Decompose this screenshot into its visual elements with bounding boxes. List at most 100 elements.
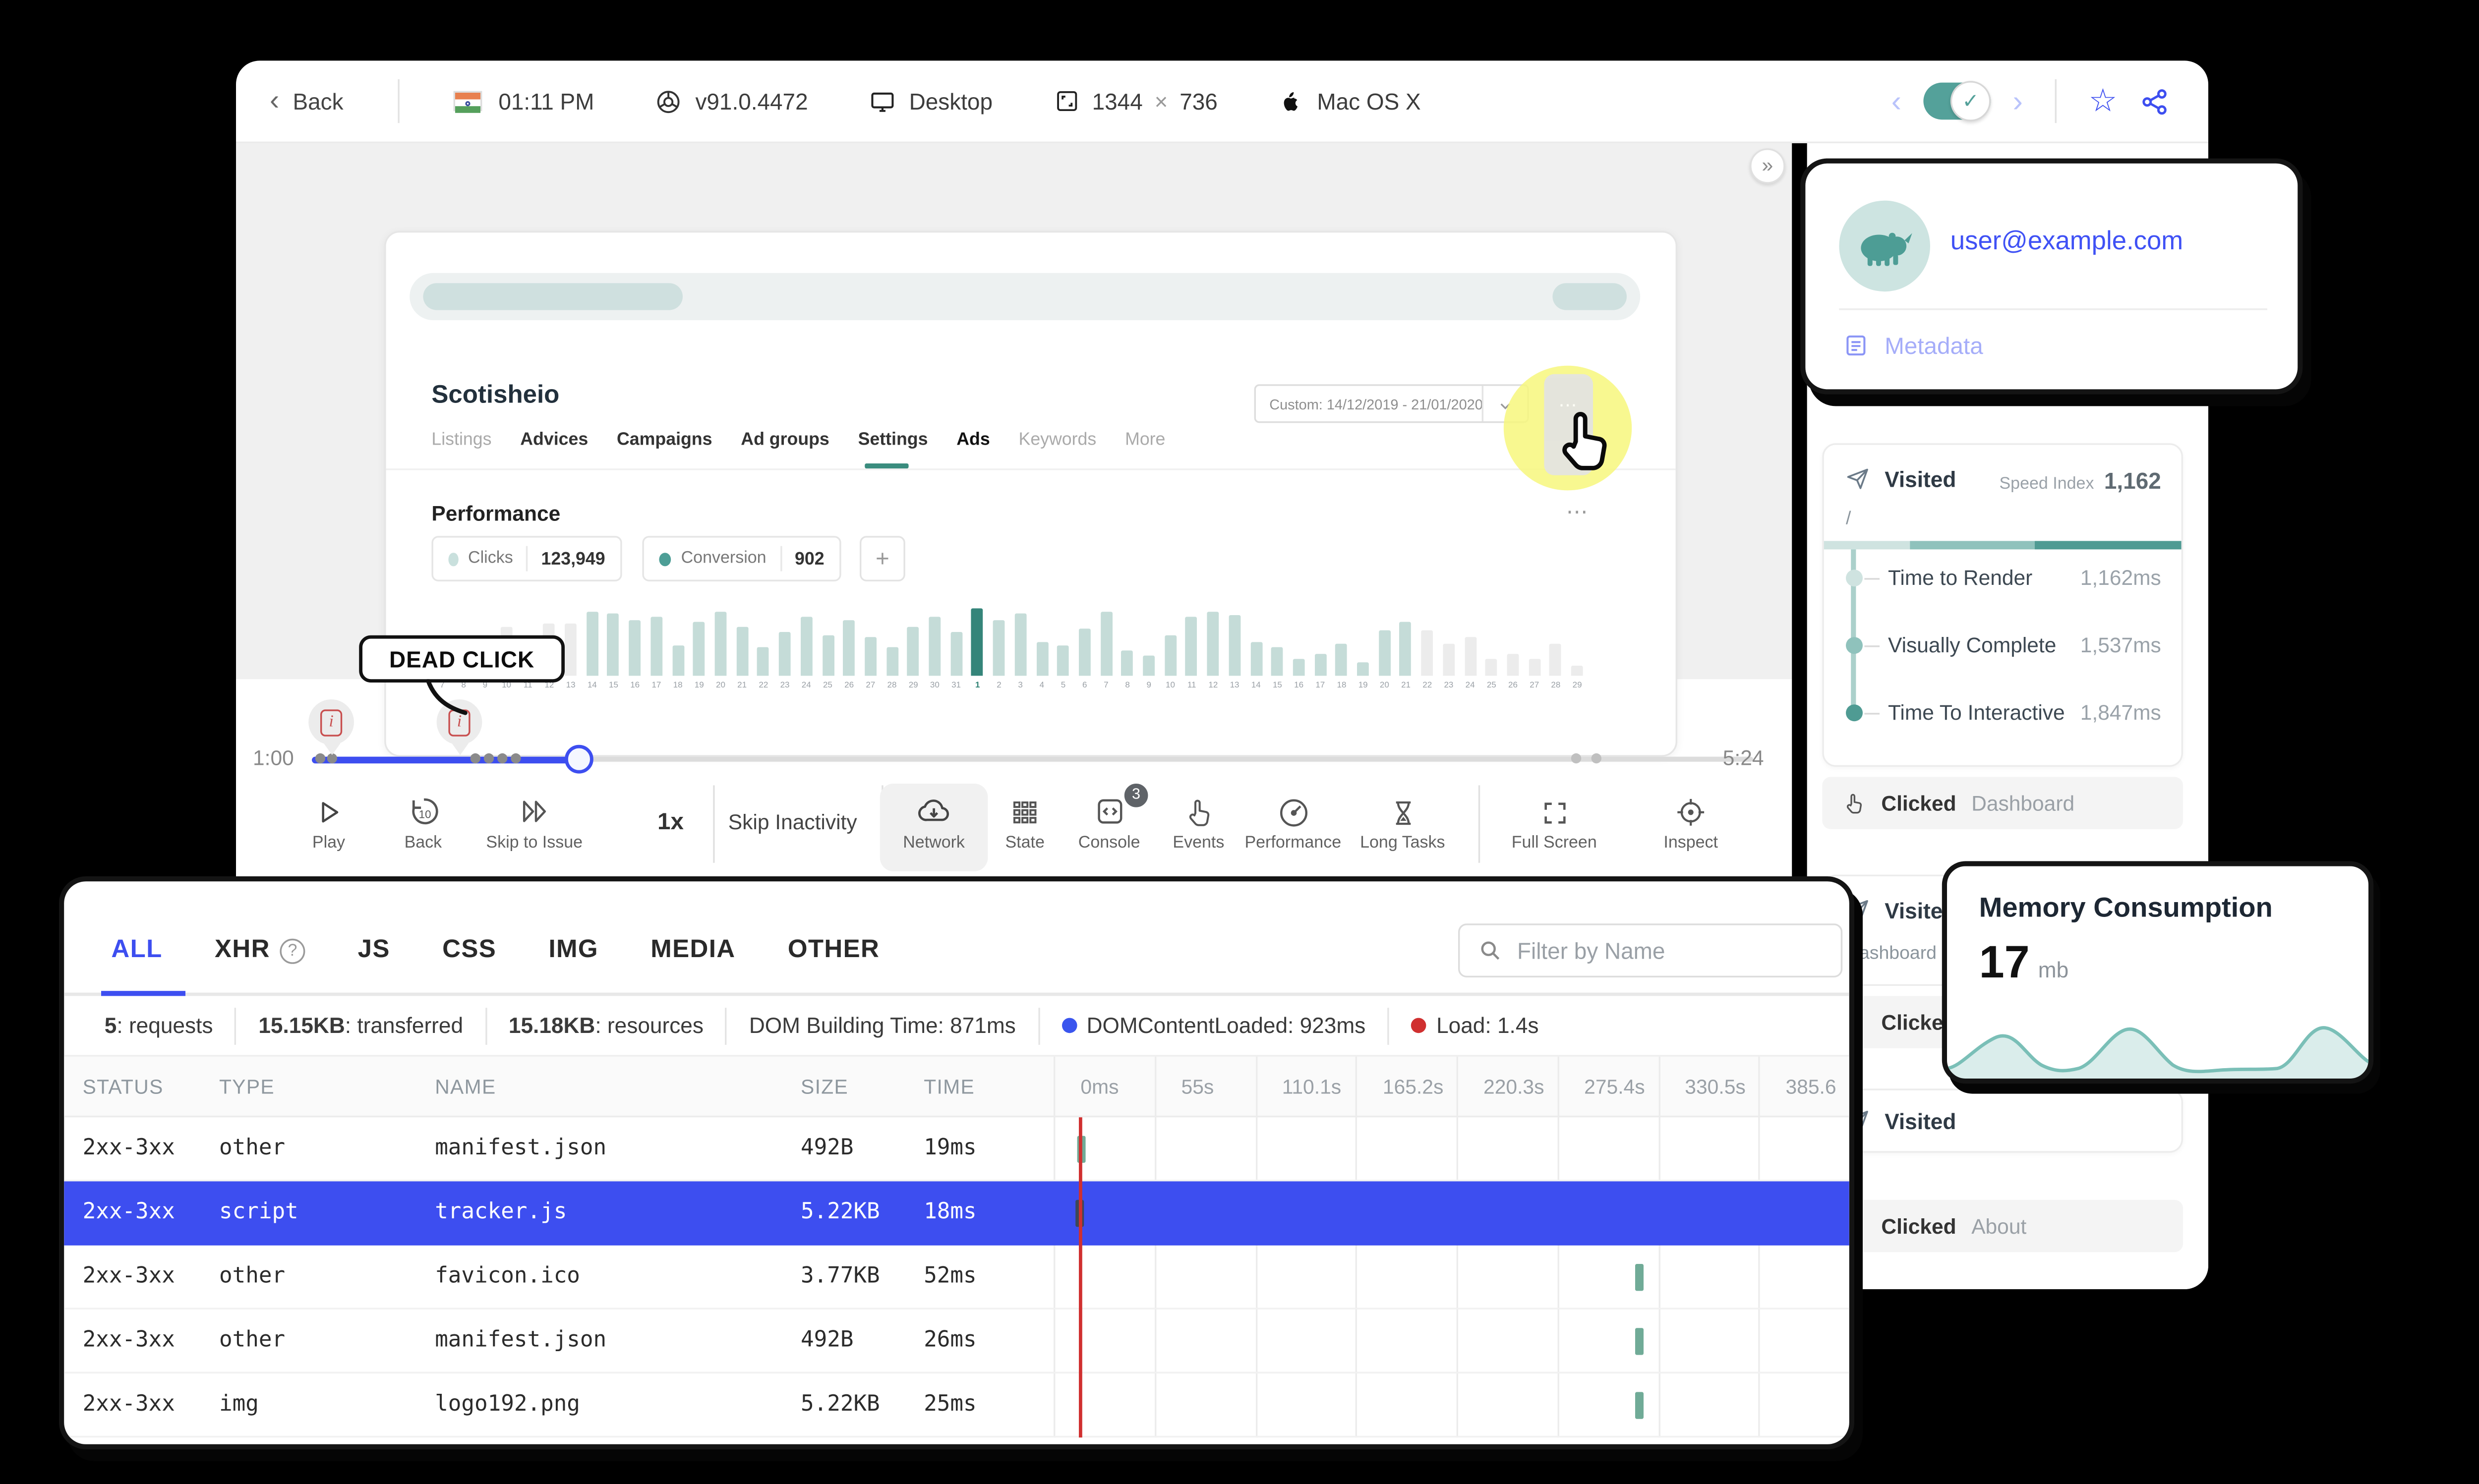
timeline-playhead[interactable] xyxy=(565,744,593,774)
network-request-row[interactable]: 2xx-3xx other manifest.json 492B 19ms xyxy=(64,1117,1849,1182)
network-request-row-selected[interactable]: 2xx-3xx script tracker.js 5.22KB 18ms xyxy=(64,1181,1849,1246)
metadata-doc-icon xyxy=(1846,335,1866,356)
network-request-row[interactable]: 2xx-3xx img logo192.png 5.22KB 25ms xyxy=(64,1373,1849,1438)
cursor-icon xyxy=(1562,412,1607,470)
back-10-icon: 10 xyxy=(411,798,437,825)
autoplay-toggle[interactable]: ✓ xyxy=(1923,81,1991,121)
favorite-star-icon[interactable]: ☆ xyxy=(2088,85,2117,117)
help-icon[interactable]: ? xyxy=(280,938,306,964)
back-chevron-icon[interactable]: ‹ xyxy=(270,84,279,118)
column-name[interactable]: NAME xyxy=(435,1075,496,1099)
collapse-panel-button[interactable]: » xyxy=(1750,148,1785,184)
dead-click-label: DEAD CLICK xyxy=(359,635,565,683)
chart-bar-item: 25 xyxy=(817,588,838,693)
filter-input[interactable] xyxy=(1517,938,1804,964)
previous-session-icon[interactable]: ‹ xyxy=(1891,86,1901,116)
session-actions-group: ‹ ✓ › ☆ xyxy=(1891,79,2208,123)
chart-bar-item: 1 xyxy=(967,588,988,693)
network-stat: 5: requests xyxy=(83,1007,235,1044)
chart-bar xyxy=(586,612,598,676)
issue-marker-pin[interactable]: i xyxy=(308,699,354,755)
chart-bar xyxy=(1100,612,1112,676)
chart-bar xyxy=(864,637,877,676)
tab-all[interactable]: ALL xyxy=(111,934,162,963)
chart-x-label: 8 xyxy=(1125,681,1130,691)
clicked-event-row[interactable]: Clicked Dashboard xyxy=(1822,777,2183,829)
chart-x-label: 16 xyxy=(630,681,640,691)
chart-x-label: 29 xyxy=(1572,681,1582,691)
chart-x-label: 27 xyxy=(1530,681,1539,691)
site-tab-campaigns: Campaigns xyxy=(617,430,712,450)
network-request-row[interactable]: 2xx-3xx other manifest.json 492B 26ms xyxy=(64,1310,1849,1373)
chart-x-label: 28 xyxy=(887,681,897,691)
waterfall-column-label: 0ms xyxy=(1080,1075,1119,1099)
tab-css[interactable]: CSS xyxy=(442,934,496,963)
rhino-icon xyxy=(1861,232,1912,266)
network-panel: ALL XHR? JS CSS IMG MEDIA OTHER 5: reque… xyxy=(59,876,1854,1449)
chart-bar xyxy=(1207,612,1219,676)
filter-input-wrapper xyxy=(1458,923,1843,977)
chart-bar-item: 29 xyxy=(1567,588,1588,693)
column-size[interactable]: SIZE xyxy=(801,1075,848,1099)
chart-bar-item: 6 xyxy=(1074,588,1095,693)
inspect-button[interactable]: Inspect xyxy=(1637,789,1745,866)
dead-click-pointer-tail xyxy=(426,679,468,715)
chart-x-label: 5 xyxy=(1061,681,1066,691)
timeline-remaining-track[interactable] xyxy=(578,756,1753,762)
progress-segment xyxy=(1909,541,2035,550)
load-time-marker xyxy=(1079,1117,1082,1438)
chart-bar-item: 9 xyxy=(1138,588,1160,693)
tab-media[interactable]: MEDIA xyxy=(650,934,735,963)
chart-x-label: 3 xyxy=(1018,681,1023,691)
visited-event-card[interactable]: Visited xyxy=(1822,1088,2183,1153)
tab-js[interactable]: JS xyxy=(358,934,390,963)
timeline-progress-track[interactable] xyxy=(312,756,579,763)
visited-event-card[interactable]: Visited Speed Index 1,162 / Time to Rend… xyxy=(1822,443,2183,767)
column-status[interactable]: STATUS xyxy=(83,1075,164,1099)
chart-bar xyxy=(779,632,791,676)
visited-icon xyxy=(1847,468,1868,489)
metric-dot xyxy=(448,552,458,566)
chart-bar xyxy=(757,648,769,676)
chart-x-label: 10 xyxy=(502,681,511,691)
chart-bar-item: 10 xyxy=(1160,588,1181,693)
share-icon[interactable] xyxy=(2139,85,2172,117)
network-request-row[interactable]: 2xx-3xx other favicon.ico 3.77KB 52ms xyxy=(64,1246,1849,1310)
back-10s-button[interactable]: 10 Back xyxy=(369,789,477,866)
chart-bar xyxy=(650,617,662,676)
play-button[interactable]: Play xyxy=(275,789,383,866)
events-panel-button[interactable]: Events xyxy=(1145,789,1253,866)
chart-bar-item: 2 xyxy=(988,588,1009,693)
metadata-button[interactable]: Metadata xyxy=(1842,332,1983,359)
chart-x-label: 22 xyxy=(759,681,768,691)
chart-x-label: 23 xyxy=(1444,681,1454,691)
tab-img[interactable]: IMG xyxy=(548,934,598,963)
back-button[interactable]: Back xyxy=(293,89,343,114)
site-tab-ad-groups: Ad groups xyxy=(741,430,829,450)
chart-bar xyxy=(1036,641,1048,676)
chart-bar xyxy=(843,620,855,676)
apple-icon xyxy=(1284,92,1299,111)
search-icon xyxy=(1481,941,1500,960)
tab-xhr[interactable]: XHR? xyxy=(215,934,306,964)
chart-bar-item: 7 xyxy=(1095,588,1117,693)
metric-label: Conversion xyxy=(681,549,767,568)
memory-consumption-card: Memory Consumption 17 mb xyxy=(1942,861,2374,1084)
chart-bar xyxy=(1057,644,1069,676)
chart-bar xyxy=(886,648,898,676)
long-tasks-panel-button[interactable]: Long Tasks xyxy=(1345,789,1460,866)
full-screen-button[interactable]: Full Screen xyxy=(1497,789,1611,866)
performance-panel-button[interactable]: Performance xyxy=(1239,789,1347,866)
column-time[interactable]: TIME xyxy=(924,1075,975,1099)
avatar xyxy=(1839,200,1930,292)
tab-other[interactable]: OTHER xyxy=(788,934,880,963)
speed-index-label: Speed Index xyxy=(1999,475,2094,494)
visited-path: / xyxy=(1846,509,1851,529)
next-session-icon[interactable]: › xyxy=(2012,86,2022,116)
chart-x-label: 14 xyxy=(1251,681,1261,691)
clicked-event-row[interactable]: Clicked About xyxy=(1822,1199,2183,1253)
playback-speed-button[interactable]: 1x xyxy=(657,807,684,834)
column-type[interactable]: TYPE xyxy=(219,1075,275,1099)
skip-inactivity-toggle[interactable]: Skip Inactivity xyxy=(728,810,857,834)
skip-to-issue-button[interactable]: Skip to Issue xyxy=(473,789,595,866)
